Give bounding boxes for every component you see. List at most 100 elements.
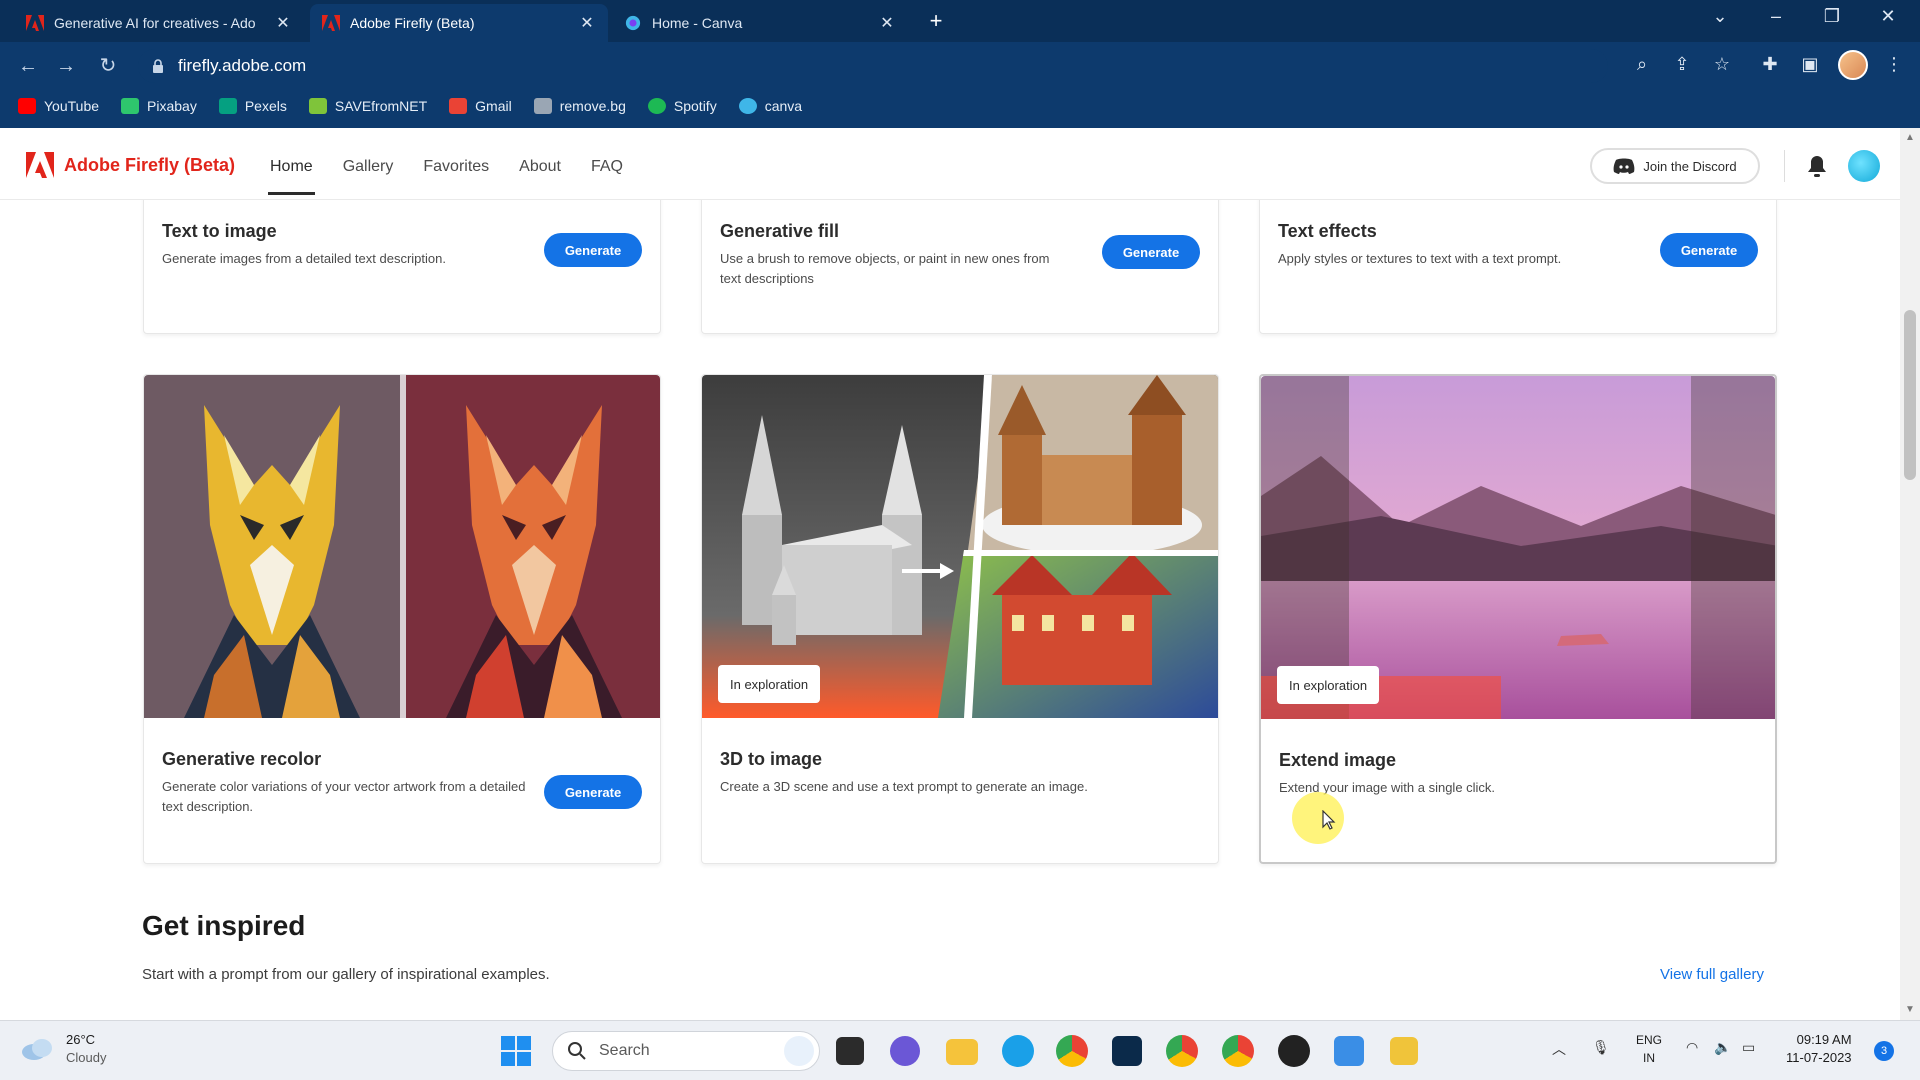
close-icon[interactable]: ✕ <box>878 13 896 33</box>
scroll-up-icon[interactable]: ▲ <box>1904 132 1916 144</box>
bookmark-pixabay[interactable]: Pixabay <box>121 98 197 114</box>
bookmark-savefromnet[interactable]: SAVEfromNET <box>308 98 427 114</box>
search-icon <box>568 1042 586 1060</box>
adobe-icon <box>26 15 44 31</box>
generate-button[interactable]: Generate <box>1102 235 1200 269</box>
scrollbar-thumb[interactable] <box>1904 310 1916 480</box>
extensions-icon[interactable]: ✚ <box>1756 54 1784 75</box>
card-generative-fill[interactable]: Generative fill Use a brush to remove ob… <box>701 200 1219 334</box>
battery-icon[interactable]: ▭ <box>1742 1039 1755 1056</box>
close-icon[interactable]: ✕ <box>578 13 596 33</box>
lock-icon <box>153 59 163 73</box>
generate-button[interactable]: Generate <box>544 775 642 809</box>
chrome-profile-2-icon[interactable] <box>1222 1035 1254 1067</box>
system-clock[interactable]: 09:19 AM 11-07-2023 <box>1786 1031 1852 1067</box>
tab-canva[interactable]: Home - Canva ✕ <box>612 4 908 42</box>
taskbar-search[interactable]: Search <box>552 1031 820 1071</box>
card-extend-image[interactable]: In exploration Extend image Extend your … <box>1259 374 1777 864</box>
photos-icon[interactable] <box>1334 1036 1364 1066</box>
removebg-icon <box>533 98 552 114</box>
photoshop-icon[interactable] <box>1112 1036 1142 1066</box>
nav-favorites[interactable]: Favorites <box>423 158 489 176</box>
reload-icon[interactable]: ↻ <box>94 52 122 80</box>
nav-home[interactable]: Home <box>268 158 315 195</box>
card-description: Apply styles or textures to text with a … <box>1278 251 1562 266</box>
user-avatar[interactable] <box>1848 150 1880 182</box>
bookmark-youtube[interactable]: YouTube <box>18 98 99 114</box>
more-menu-icon[interactable]: ⋮ <box>1880 54 1908 75</box>
view-full-gallery-link[interactable]: View full gallery <box>1660 966 1764 983</box>
tab-generative-ai[interactable]: Generative AI for creatives - Ado ✕ <box>14 4 304 42</box>
region-code: IN <box>1643 1051 1655 1065</box>
firefly-header: Adobe Firefly (Beta) Home Gallery Favori… <box>0 128 1900 200</box>
generate-button[interactable]: Generate <box>1660 233 1758 267</box>
bookmark-spotify[interactable]: Spotify <box>647 98 717 114</box>
card-text-effects[interactable]: Text effects Apply styles or textures to… <box>1259 200 1777 334</box>
tab-title: Generative AI for creatives - Ado <box>54 15 256 31</box>
discord-icon <box>1613 158 1635 174</box>
brand-name: Adobe Firefly (Beta) <box>64 154 236 175</box>
language-code: ENG <box>1636 1033 1663 1047</box>
wifi-icon[interactable]: ◠ <box>1686 1039 1698 1056</box>
card-3d-to-image[interactable]: In exploration 3D to image Create a 3D s… <box>701 374 1219 864</box>
card-text-to-image[interactable]: Text to image Generate images from a det… <box>143 200 661 334</box>
notification-bell-icon[interactable] <box>1806 154 1828 178</box>
nav-about[interactable]: About <box>519 158 561 176</box>
generate-button[interactable]: Generate <box>544 233 642 267</box>
tray-chevron-icon[interactable]: ︿ <box>1552 1039 1566 1059</box>
canva-icon <box>625 15 641 31</box>
tab-adobe-firefly[interactable]: Adobe Firefly (Beta) ✕ <box>310 4 608 42</box>
cursor-highlight <box>1292 792 1344 844</box>
page-scrollbar[interactable] <box>1900 128 1920 1020</box>
window-close-icon[interactable]: ✕ <box>1868 6 1908 27</box>
bookmark-gmail[interactable]: Gmail <box>449 98 512 114</box>
microphone-icon[interactable]: 🎙 <box>1592 1039 1610 1056</box>
pixabay-icon <box>121 98 140 114</box>
scroll-down-icon[interactable]: ▼ <box>1904 1004 1916 1016</box>
spotify-icon <box>647 98 666 114</box>
task-view-icon[interactable] <box>836 1037 864 1065</box>
weather-widget[interactable]: 26°C Cloudy <box>20 1031 106 1067</box>
chat-icon[interactable] <box>890 1036 920 1066</box>
app-icon[interactable] <box>1390 1037 1418 1065</box>
share-icon[interactable]: ⇪ <box>1668 54 1696 75</box>
bookmark-canva[interactable]: canva <box>738 98 802 114</box>
card-title: Extend image <box>1279 750 1397 770</box>
bookmark-star-icon[interactable]: ☆ <box>1708 54 1736 75</box>
card-title: Generative recolor <box>162 749 322 769</box>
card-generative-recolor[interactable]: Generative recolor Generate color variat… <box>143 374 661 864</box>
edge-icon[interactable] <box>1002 1035 1034 1067</box>
bookmarks-bar: YouTube Pixabay Pexels SAVEfromNET Gmail… <box>0 90 1920 122</box>
join-discord-button[interactable]: Join the Discord <box>1590 148 1760 184</box>
get-inspired-heading: Get inspired <box>142 910 306 941</box>
volume-icon[interactable]: 🔈 <box>1714 1039 1731 1056</box>
new-tab-button[interactable]: + <box>922 8 950 34</box>
bing-icon[interactable] <box>784 1036 814 1066</box>
search-placeholder: Search <box>599 1042 650 1059</box>
address-bar[interactable]: firefly.adobe.com <box>138 49 1608 83</box>
recolor-preview-image <box>144 375 660 718</box>
nav-faq[interactable]: FAQ <box>591 158 623 176</box>
minimize-icon[interactable]: – <box>1756 6 1796 27</box>
sidepanel-icon[interactable]: ▣ <box>1796 54 1824 75</box>
chrome-icon[interactable] <box>1056 1035 1088 1067</box>
windows-start-icon[interactable] <box>500 1035 532 1067</box>
language-indicator[interactable]: ENG IN <box>1636 1031 1662 1067</box>
back-arrow-icon[interactable]: ← <box>14 52 42 80</box>
restore-icon[interactable]: ❐ <box>1812 6 1852 27</box>
file-explorer-icon[interactable] <box>946 1039 978 1065</box>
in-exploration-badge: In exploration <box>718 665 821 703</box>
close-icon[interactable]: ✕ <box>274 13 292 33</box>
zoom-icon[interactable]: ⌕ <box>1628 54 1656 75</box>
nav-gallery[interactable]: Gallery <box>343 158 394 176</box>
bookmark-removebg[interactable]: remove.bg <box>533 98 626 114</box>
canva-icon <box>738 98 757 114</box>
forward-arrow-icon[interactable]: → <box>52 52 80 80</box>
notification-count-badge[interactable]: 3 <box>1874 1041 1894 1061</box>
profile-avatar[interactable] <box>1838 50 1868 80</box>
chrome-profile-icon[interactable] <box>1166 1035 1198 1067</box>
obs-icon[interactable] <box>1278 1035 1310 1067</box>
tab-search-icon[interactable]: ⌄ <box>1700 6 1740 27</box>
firefly-logo[interactable]: Adobe Firefly (Beta) <box>26 152 235 178</box>
bookmark-pexels[interactable]: Pexels <box>218 98 287 114</box>
